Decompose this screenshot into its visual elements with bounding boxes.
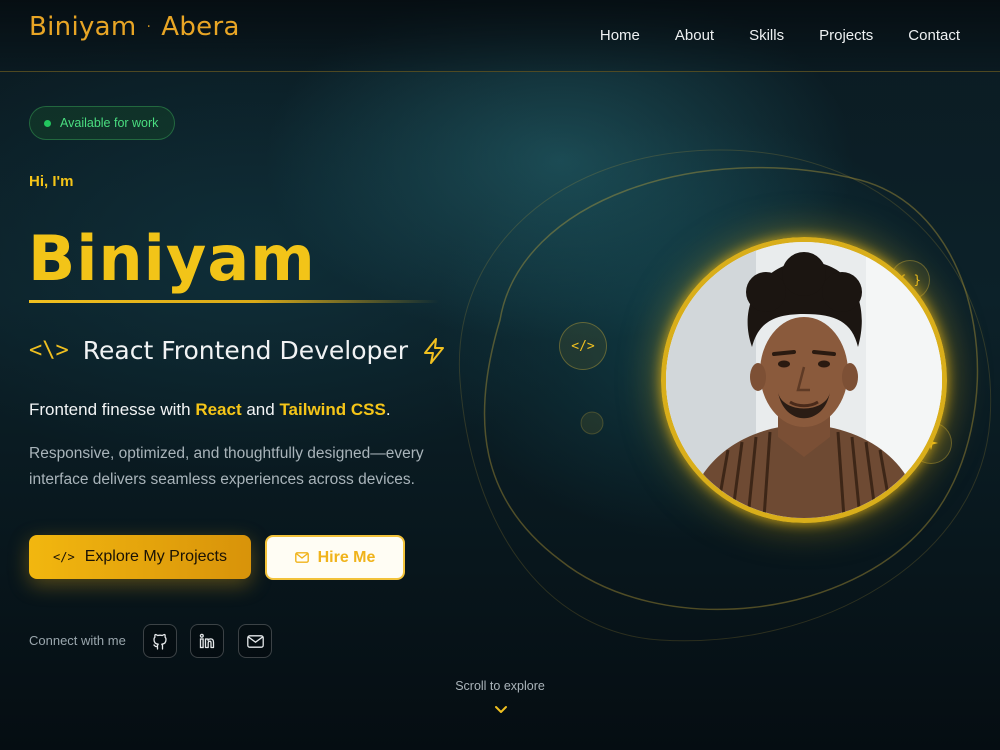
tagline-suffix: .: [385, 400, 391, 419]
tagline-tailwind: Tailwind CSS: [279, 400, 386, 419]
greeting-text: Hi, I'm: [29, 173, 74, 190]
scroll-hint: Scroll to explore: [455, 679, 545, 693]
status-dot-icon: [44, 119, 51, 127]
nav-link-home[interactable]: Home: [600, 27, 640, 44]
lightning-bolt-icon: [424, 337, 445, 364]
email-link[interactable]: [238, 624, 272, 658]
availability-badge: Available for work: [29, 106, 175, 140]
nav-link-skills[interactable]: Skills: [749, 27, 784, 44]
availability-label: Available for work: [60, 116, 159, 130]
hero-name: Biniyam: [28, 222, 316, 295]
linkedin-icon: [199, 633, 215, 649]
hire-me-label: Hire Me: [317, 548, 376, 566]
hero-description: Responsive, optimized, and thoughtfully …: [29, 445, 424, 488]
role-row: <\> React Frontend Developer: [29, 336, 446, 365]
nav-links: Home About Skills Projects Contact: [600, 27, 960, 44]
github-icon: [153, 633, 167, 650]
hire-me-button[interactable]: Hire Me: [265, 535, 405, 580]
role-title: React Frontend Developer: [82, 336, 409, 365]
explore-projects-label: Explore My Projects: [84, 548, 227, 565]
tagline-and: and: [241, 400, 280, 419]
brand-logo[interactable]: Biniyam · Abera: [29, 12, 240, 42]
linkedin-link[interactable]: [190, 624, 224, 658]
profile-photo-illustration: [666, 242, 942, 518]
floating-code-chip-icon: </>: [559, 322, 607, 370]
connect-label: Connect with me: [29, 633, 126, 648]
name-underline-divider: [29, 300, 439, 303]
explore-projects-button[interactable]: </> Explore My Projects: [29, 535, 251, 579]
brand-separator-dot: ·: [146, 19, 152, 35]
hero-tagline: Frontend finesse with React and Tailwind…: [29, 400, 391, 420]
code-icon: <\>: [29, 338, 69, 363]
profile-photo: [661, 237, 947, 523]
code-brackets-icon: </>: [53, 550, 75, 564]
nav-link-projects[interactable]: Projects: [819, 27, 873, 44]
brand-first-name: Biniyam: [29, 12, 137, 42]
nav-link-contact[interactable]: Contact: [908, 27, 960, 44]
top-navbar: Biniyam · Abera Home About Skills Projects…: [0, 0, 1000, 72]
chevron-down-icon[interactable]: [494, 705, 508, 715]
mail-icon: [294, 552, 309, 563]
nav-link-about[interactable]: About: [675, 27, 714, 44]
github-link[interactable]: [143, 624, 177, 658]
tagline-prefix: Frontend finesse with: [29, 400, 196, 419]
mail-icon: [246, 634, 264, 648]
tagline-react: React: [195, 400, 242, 419]
brand-last-name: Abera: [161, 12, 240, 42]
